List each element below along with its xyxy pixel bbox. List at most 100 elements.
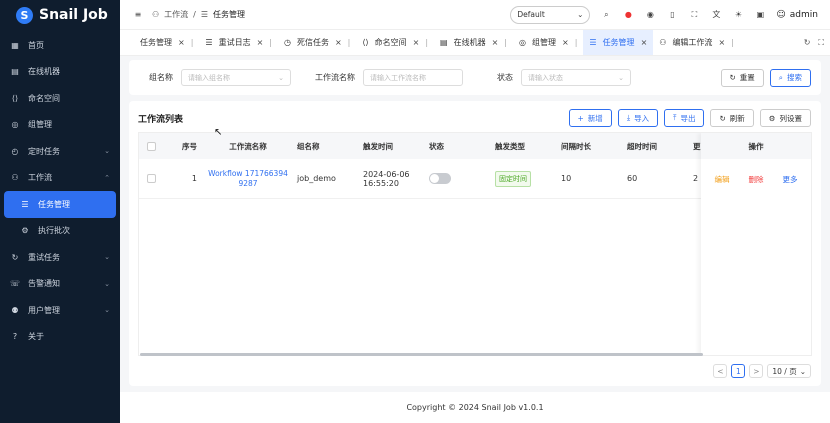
theme-mode-icon[interactable]: ☀ [732,10,744,19]
workflow-name-placeholder: 请输入工作流名称 [370,73,426,82]
close-icon[interactable]: × [492,38,499,47]
group-select-placeholder: 请输入组名称 [188,73,230,82]
sidebar-item-task-management[interactable]: ☰ 任务管理 [4,191,116,218]
close-icon[interactable]: × [562,38,569,47]
sidebar-item-about[interactable]: ? 关于 [0,324,120,351]
logo[interactable]: S Snail Job [0,0,120,30]
select-all-checkbox[interactable] [139,141,163,151]
workflow-icon: ⚇ [152,10,160,19]
theme-select[interactable]: Default ⌄ [510,5,591,24]
status-filter: 状态 请输入状态 ⌄ [497,69,631,86]
sidebar-item-workflow[interactable]: ⚇ 工作流 ⌃ [0,165,120,192]
search-button[interactable]: ⌕ 搜索 [769,68,811,87]
horizontal-scrollbar[interactable] [140,353,703,356]
edit-button[interactable]: 编辑 [715,174,730,185]
close-icon[interactable]: × [335,38,342,47]
checkbox[interactable] [146,174,156,183]
column-header[interactable]: 状态 [425,141,491,152]
close-icon[interactable]: × [413,38,420,47]
gitee-icon[interactable]: ● [622,10,634,19]
delete-button[interactable]: 删除 [749,174,764,185]
document-icon[interactable]: ▯ [666,10,678,19]
close-icon[interactable]: × [178,38,185,47]
checkbox[interactable] [146,141,156,151]
plus-icon: + [577,113,584,123]
sidebar-item-retry-tasks[interactable]: ↻ 重试任务 ⌄ [0,244,120,271]
translate-icon[interactable]: 文 [710,9,722,20]
sidebar-item-label: 告警通知 [28,279,60,289]
export-button[interactable]: ⤒ 导出 [664,109,705,127]
status-toggle[interactable] [429,173,451,184]
user-avatar-icon: ☺ [776,9,786,20]
tab-edit-workflow[interactable]: ⚇ 编辑工作流 × | [653,30,740,55]
tab-label: 任务管理 [602,38,635,47]
cell-status [425,173,491,184]
column-header[interactable]: 超时时间 [623,141,689,152]
list-toolbar: + 新增 ⤓ 导入 ⤒ 导出 ↻ 刷新 ⚙ 列设置 [568,109,811,127]
close-icon[interactable]: × [718,38,725,47]
settings-icon[interactable]: ▣ [754,10,766,19]
next-page-button[interactable]: > [749,364,764,378]
chevron-down-icon: ⌄ [278,73,284,82]
refresh-button[interactable]: ↻ 刷新 [710,109,754,127]
sidebar-item-users[interactable]: ⚉ 用户管理 ⌄ [0,297,120,324]
status-select[interactable]: 请输入状态 ⌄ [521,69,631,86]
tab-divider: | [347,38,351,47]
sidebar-menu: ▦ 首页 ▤ 在线机器 ⟨⟩ 命名空间 ◎ 组管理 ◴ 定时任务 ⌄ ⚇ 工作流… [0,32,120,350]
row-checkbox-cell[interactable] [139,174,163,183]
search-icon[interactable]: ⌕ [600,10,612,20]
menu-toggle-icon[interactable]: ≡ [132,10,144,19]
close-icon[interactable]: × [257,38,264,47]
workflow-name-link[interactable]: Workflow 1717663949287 [208,169,288,188]
copyright-text: Copyright © 2024 Snail Job v1.0.1 [406,403,544,412]
tab-dead-letter[interactable]: ◷ 死信任务 × | [278,30,356,55]
column-header[interactable]: 触发类型 [491,141,557,152]
column-header[interactable]: 工作流名称 [203,141,293,152]
reload-icon[interactable]: ↻ [804,38,811,48]
tab-retry-log[interactable]: ☰ 重试日志 × | [199,30,278,55]
breadcrumb-item[interactable]: 工作流 [164,9,188,20]
user-menu[interactable]: ☺ admin [776,10,818,20]
column-header[interactable]: 触发时间 [359,141,425,152]
sidebar-item-home[interactable]: ▦ 首页 [0,32,120,59]
close-icon[interactable]: × [641,38,648,47]
page-number[interactable]: 1 [731,364,746,378]
add-button[interactable]: + 新增 [568,109,612,127]
group-filter: 组名称 请输入组名称 ⌄ [149,69,291,86]
sidebar-item-machines[interactable]: ▤ 在线机器 [0,59,120,86]
sidebar-item-scheduled-tasks[interactable]: ◴ 定时任务 ⌄ [0,138,120,165]
mouse-cursor-icon: ↖ [214,127,223,138]
sidebar-item-batches[interactable]: ⚙ 执行批次 [0,218,120,245]
column-header[interactable]: 组名称 [293,141,359,152]
users-icon: ⚉ [11,305,19,315]
tab-divider: | [574,38,578,47]
tab-namespace[interactable]: ⟨⟩ 命名空间 × | [356,30,434,55]
page-size-select[interactable]: 10 / 页 ⌄ [767,364,811,378]
column-header[interactable]: 序号 [163,141,203,152]
group-select[interactable]: 请输入组名称 ⌄ [181,69,291,86]
import-button[interactable]: ⤓ 导入 [617,109,659,127]
workflow-filter-label: 工作流名称 [315,73,355,82]
history-icon: ◷ [283,38,291,47]
trigger-type-tag: 固定时间 [495,170,531,187]
sidebar-item-alerts[interactable]: ☏ 告警通知 ⌄ [0,271,120,298]
github-icon[interactable]: ◉ [644,10,656,19]
tab-task-management[interactable]: 任务管理 × | [134,30,199,55]
tab-groups[interactable]: ◎ 组管理 × | [513,30,583,55]
tab-task-management-active[interactable]: ☰ 任务管理 × [583,30,654,55]
column-settings-button[interactable]: ⚙ 列设置 [759,109,811,127]
tab-machines[interactable]: ▤ 在线机器 × | [434,30,513,55]
workflow-name-input[interactable]: 请输入工作流名称 [363,69,463,86]
breadcrumb-separator: / [193,10,196,19]
more-button[interactable]: 更多 [783,174,798,185]
reset-button[interactable]: ↻ 重置 [720,68,764,87]
add-button-label: 新增 [587,113,603,123]
column-header[interactable]: 间隔时长 [557,141,623,152]
logo-icon: S [16,6,33,24]
sidebar-item-groups[interactable]: ◎ 组管理 [0,112,120,139]
fullscreen-icon[interactable]: ⛶ [688,10,700,20]
fullscreen-icon[interactable]: ⛶ [818,38,824,48]
workflow-icon: ⚇ [659,38,667,47]
sidebar-item-namespace[interactable]: ⟨⟩ 命名空间 [0,85,120,112]
prev-page-button[interactable]: < [713,364,728,378]
